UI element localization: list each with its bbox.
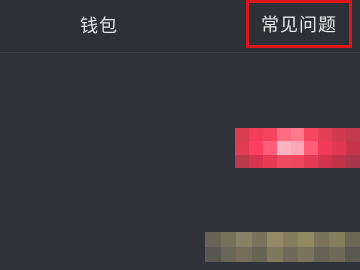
pixel [313,232,329,247]
pixel [298,232,314,247]
pixel [346,141,360,155]
pixel [329,232,345,247]
pixel [290,141,305,155]
pixel [267,247,283,262]
pixel [290,154,305,168]
pixel [318,141,333,155]
pixel [236,232,252,247]
pixel [248,154,263,168]
pixel [346,154,360,168]
page-title: 钱包 [80,16,118,37]
faq-button[interactable]: 常见问题 [246,0,352,48]
pixel [205,232,221,247]
pixel [318,128,333,142]
pixel [205,247,221,262]
pixel [220,247,236,262]
pixel [251,232,267,247]
pixelated-text-strip [205,232,360,262]
pixel [236,247,252,262]
wallet-screen: 钱包 常见问题 [0,0,360,270]
pixel [332,141,347,155]
pixel [220,232,236,247]
pixel [282,232,298,247]
pixel [276,141,291,155]
pixel [276,128,291,142]
pixel [313,247,329,262]
pixel [332,128,347,142]
pixelated-red-button[interactable] [235,128,360,168]
header-divider [0,52,360,53]
pixel [304,128,319,142]
pixel [276,154,291,168]
pixel [332,154,347,168]
pixel [304,141,319,155]
pixel [248,141,263,155]
pixel [329,247,345,262]
pixel [262,128,277,142]
pixel [344,232,360,247]
pixel [235,128,249,142]
pixel [298,247,314,262]
pixel [282,247,298,262]
pixel [318,154,333,168]
pixel [344,247,360,262]
pixel [251,247,267,262]
pixel [262,154,277,168]
pixel [248,128,263,142]
pixel [235,141,249,155]
pixel [267,232,283,247]
pixel [290,128,305,142]
top-bar: 钱包 常见问题 [0,0,360,52]
pixel [262,141,277,155]
pixel [346,128,360,142]
pixel [235,154,249,168]
pixel [304,154,319,168]
